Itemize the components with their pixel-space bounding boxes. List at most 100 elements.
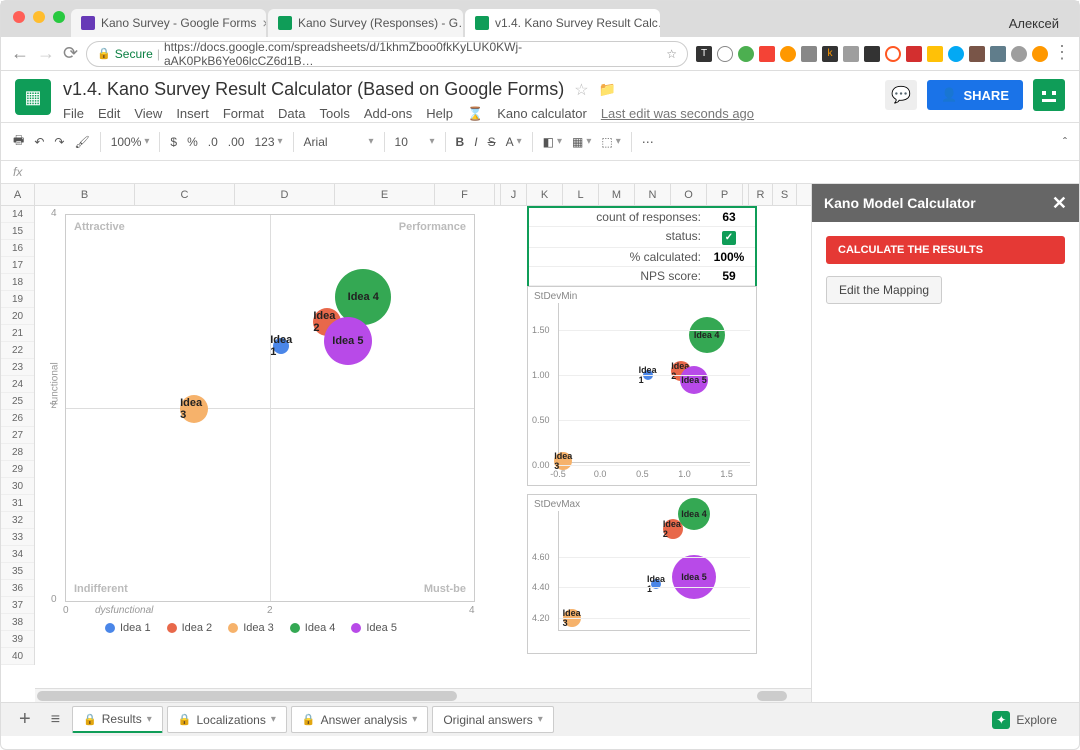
legend-item[interactable]: Idea 5 [351,622,397,634]
row-header[interactable]: 29 [1,461,34,478]
row-header[interactable]: 19 [1,291,34,308]
numfmt-select[interactable]: 123▾ [254,135,282,149]
col-header[interactable]: N [635,184,671,205]
fillcolor-icon[interactable]: ◧▾ [543,135,562,149]
row-header[interactable]: 25 [1,393,34,410]
zoom-select[interactable]: 100%▾ [111,135,150,149]
chevron-down-icon[interactable]: ▾ [412,714,417,725]
row-header[interactable]: 21 [1,325,34,342]
close-icon[interactable]: ✕ [1052,193,1067,214]
reload-icon[interactable]: ⟳ [63,43,78,64]
col-header[interactable]: L [563,184,599,205]
row-header[interactable]: 39 [1,631,34,648]
calculate-button[interactable]: CALCULATE THE RESULTS [826,236,1065,264]
row-header[interactable]: 26 [1,410,34,427]
spreadsheet[interactable]: ABCDEFJKLMNOPRS 141516171819202122232425… [1,184,811,702]
legend-item[interactable]: Idea 3 [228,622,274,634]
textcolor-icon[interactable]: A▾ [506,135,522,149]
chevron-down-icon[interactable]: ▾ [147,714,152,725]
ext-icon[interactable] [885,46,901,62]
row-header[interactable]: 34 [1,546,34,563]
row-header[interactable]: 28 [1,444,34,461]
folder-icon[interactable]: 📁 [599,81,616,98]
star-icon[interactable]: ☆ [574,80,588,100]
col-header[interactable]: M [599,184,635,205]
browser-tab-active[interactable]: v1.4. Kano Survey Result Calc…× [465,9,660,37]
chrome-user[interactable]: Алексей [1009,16,1069,37]
col-header[interactable]: J [501,184,527,205]
size-select[interactable]: 10▾ [395,135,435,149]
forward-icon[interactable]: → [37,43,55,64]
menu-file[interactable]: File [63,106,84,122]
bubble[interactable]: Idea 3 [180,395,208,423]
undo-icon[interactable]: ↶ [34,135,44,149]
bubble[interactable]: Idea 1 [273,338,289,354]
col-header[interactable]: D [235,184,335,205]
sheets-logo-icon[interactable]: ▦ [15,79,51,115]
legend-item[interactable]: Idea 2 [167,622,213,634]
bold-icon[interactable]: B [456,135,465,149]
col-header[interactable]: F [435,184,495,205]
doc-title[interactable]: v1.4. Kano Survey Result Calculator (Bas… [63,79,873,100]
menu-insert[interactable]: Insert [176,106,209,122]
comments-button[interactable]: 💬 [885,80,917,110]
menu-tools[interactable]: Tools [319,106,349,122]
menu-icon[interactable]: ⋮ [1053,46,1069,62]
ext-icon[interactable] [780,46,796,62]
ext-icon[interactable] [906,46,922,62]
row-header[interactable]: 35 [1,563,34,580]
ext-icon[interactable] [1032,46,1048,62]
sheet-tab[interactable]: 🔒Localizations▾ [167,706,287,733]
strike-icon[interactable]: S [488,135,496,149]
col-header[interactable]: O [671,184,707,205]
chevron-down-icon[interactable]: ▾ [271,714,276,725]
ext-icon[interactable] [948,46,964,62]
currency-icon[interactable]: $ [170,135,177,149]
italic-icon[interactable]: I [474,135,477,149]
sheet-tab[interactable]: 🔒Results▾ [72,706,163,733]
bubble[interactable]: Idea 5 [324,317,372,365]
browser-tab[interactable]: Kano Survey (Responses) - G…× [268,9,463,37]
share-button[interactable]: 👤SHARE [927,80,1023,110]
row-header[interactable]: 18 [1,274,34,291]
stdev-max-chart[interactable]: StDevMax Idea 1Idea 2Idea 3Idea 4Idea 5 … [527,494,757,654]
window-controls[interactable] [13,11,65,23]
row-header[interactable]: 24 [1,376,34,393]
row-header[interactable]: 40 [1,648,34,665]
row-header[interactable]: 38 [1,614,34,631]
sheet-tab[interactable]: 🔒Answer analysis▾ [291,706,428,733]
menu-format[interactable]: Format [223,106,264,122]
ext-icon[interactable] [801,46,817,62]
col-header[interactable]: S [773,184,797,205]
ext-icon[interactable] [990,46,1006,62]
paint-icon[interactable]: 🖌 [74,135,89,149]
percent-icon[interactable]: % [187,135,198,149]
url-field[interactable]: 🔒 Secure | https://docs.google.com/sprea… [86,41,688,67]
stdev-min-chart[interactable]: StDevMin Idea 1Idea 2Idea 3Idea 4Idea 5 … [527,286,757,486]
col-header[interactable]: R [749,184,773,205]
dec-more-icon[interactable]: .00 [228,135,245,149]
dec-less-icon[interactable]: .0 [208,135,218,149]
row-header[interactable]: 33 [1,529,34,546]
row-header[interactable]: 27 [1,427,34,444]
formula-bar[interactable]: fx [1,160,1079,184]
row-header[interactable]: 16 [1,240,34,257]
row-header[interactable]: 17 [1,257,34,274]
menu-view[interactable]: View [134,106,162,122]
row-header[interactable]: 36 [1,580,34,597]
row-header[interactable]: 31 [1,495,34,512]
print-icon[interactable]: 🖶 [13,131,24,152]
row-header[interactable]: 20 [1,308,34,325]
scrollbar-horizontal[interactable] [35,688,811,702]
bubble[interactable]: Idea 4 [678,498,710,530]
menu-help[interactable]: Help [426,106,453,122]
col-header[interactable]: E [335,184,435,205]
row-header[interactable]: 37 [1,597,34,614]
menu-data[interactable]: Data [278,106,305,122]
row-header[interactable]: 14 [1,206,34,223]
row-header[interactable]: 32 [1,512,34,529]
merge-icon[interactable]: ⬚▾ [601,135,620,149]
legend-item[interactable]: Idea 1 [105,622,151,634]
sheet-tab[interactable]: Original answers▾ [432,706,553,733]
ext-icon[interactable] [759,46,775,62]
